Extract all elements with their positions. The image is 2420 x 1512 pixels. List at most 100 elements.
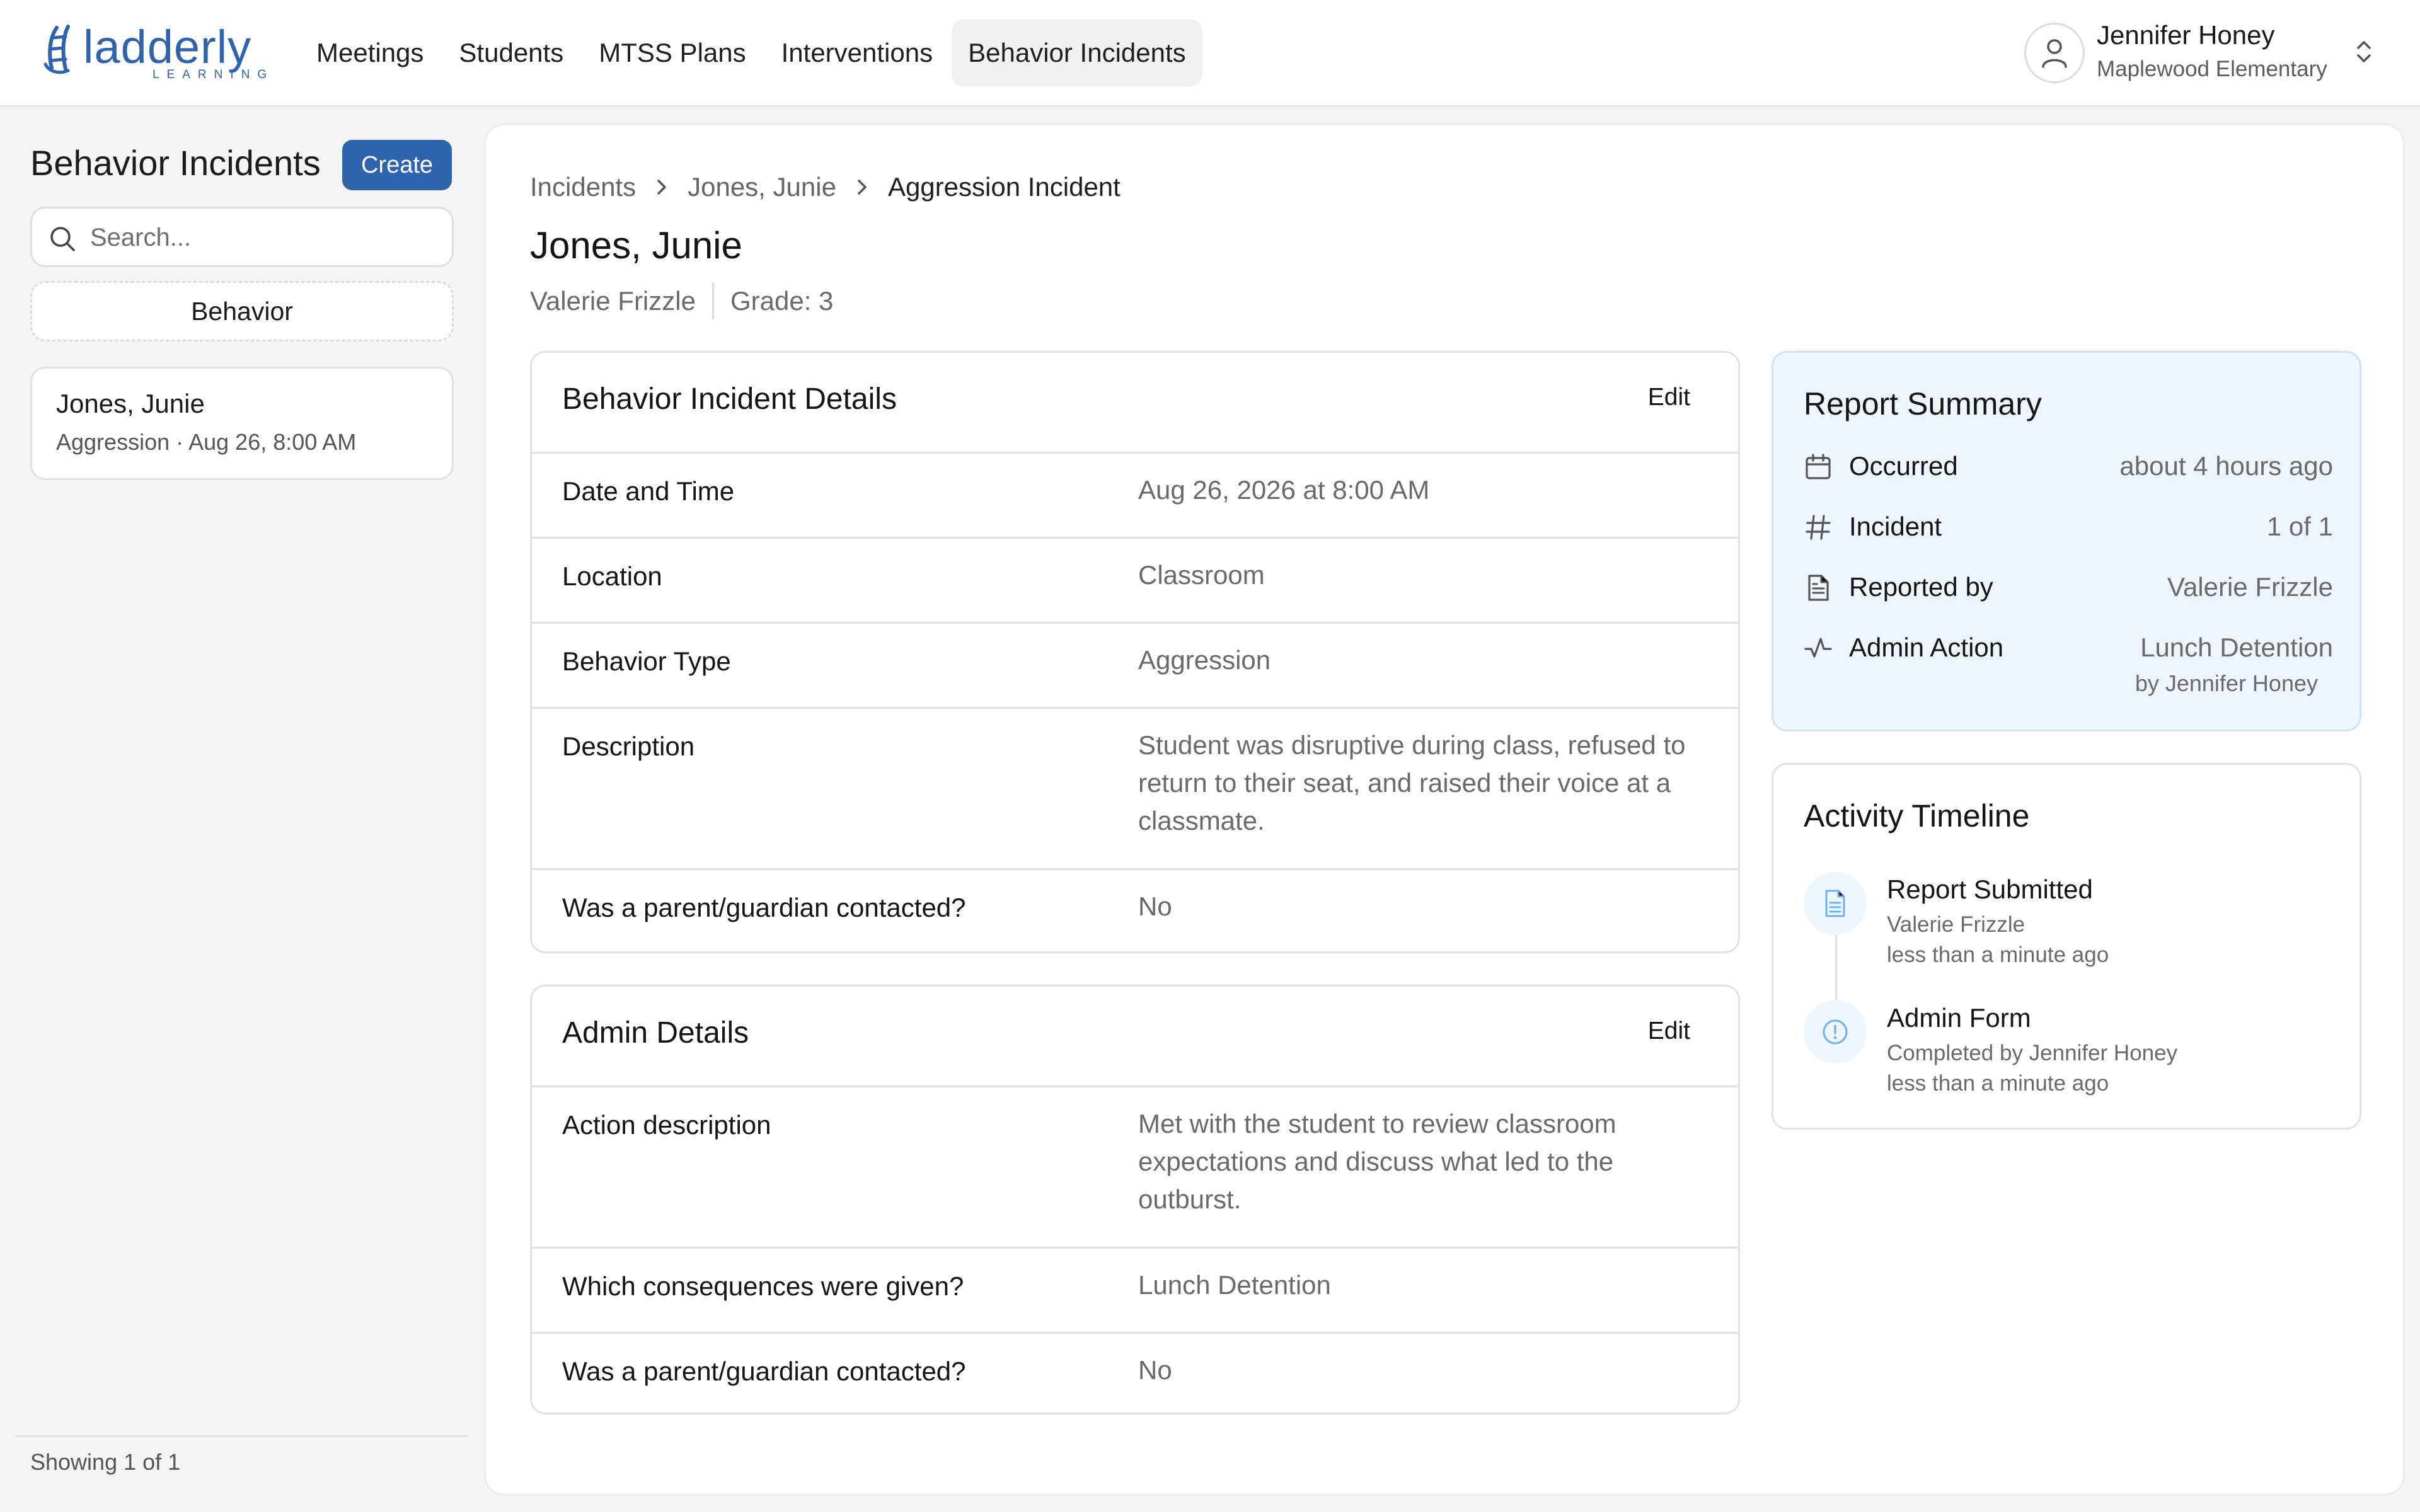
calendar-icon [1806, 454, 1831, 479]
page-title: Jones, Junie [530, 224, 742, 266]
nav-behavior-incidents[interactable]: Behavior Incidents [952, 19, 1202, 87]
edit-incident-button[interactable]: Edit [1644, 383, 1694, 412]
summary-row-reported-by: Reported by Valerie Frizzle [1804, 568, 2333, 612]
timeline-time: less than a minute ago [1887, 1071, 2109, 1096]
activity-timeline-card: Activity Timeline Report Submitted Valer… [1772, 763, 2361, 1130]
incident-details-card: Behavior Incident Details Edit Date and … [530, 351, 1740, 953]
timeline-dot [1804, 1000, 1867, 1063]
row-label: Location [562, 561, 662, 591]
user-menu[interactable]: Jennifer Honey Maplewood Elementary [2024, 20, 2390, 84]
logo-subtitle: LEARNING [153, 68, 275, 81]
detail-row: Action description Met with the student … [532, 1087, 1738, 1249]
summary-value: 1 of 1 [2266, 512, 2333, 541]
summary-label: Admin Action [1849, 633, 2004, 662]
row-label: Was a parent/guardian contacted? [562, 1356, 966, 1386]
nav-mtss-plans[interactable]: MTSS Plans [582, 19, 762, 87]
student-subline: Valerie Frizzle Grade: 3 [530, 283, 833, 319]
detail-row: Behavior Type Aggression [532, 624, 1738, 709]
avatar [2024, 23, 2085, 83]
results-count: Showing 1 of 1 [30, 1449, 181, 1475]
breadcrumb-student[interactable]: Jones, Junie [688, 172, 836, 202]
row-value: No [1138, 891, 1172, 921]
row-value: Met with the student to review classroom… [1138, 1109, 1616, 1214]
summary-label: Occurred [1849, 451, 1958, 481]
row-label: Description [562, 731, 695, 761]
timeline-title: Admin Form [1887, 1003, 2031, 1033]
row-value: No [1138, 1355, 1172, 1385]
search-input[interactable] [89, 217, 442, 258]
incident-student-name: Jones, Junie [56, 389, 205, 418]
sidebar: Behavior Incidents Create Behavior Jones… [0, 107, 485, 1512]
summary-value: Valerie Frizzle [2167, 572, 2333, 602]
nav-students[interactable]: Students [442, 19, 580, 87]
document-icon [1825, 890, 1845, 917]
card-header: Behavior Incident Details Edit [532, 353, 1738, 454]
search-box [30, 207, 454, 267]
incident-meta: Aggression · Aug 26, 8:00 AM [56, 429, 357, 455]
summary-subvalue: by Jennifer Honey [2135, 670, 2318, 696]
row-label: Was a parent/guardian contacted? [562, 893, 966, 922]
summary-row-admin-action: Admin Action Lunch Detention by Jennifer… [1804, 629, 2333, 704]
summary-label: Incident [1849, 512, 1942, 541]
activity-icon [1804, 638, 1832, 658]
row-label: Date and Time [562, 476, 735, 506]
row-label: Behavior Type [562, 646, 731, 676]
user-icon [2042, 39, 2067, 68]
row-label: Which consequences were given? [562, 1271, 964, 1301]
timeline-title: Report Submitted [1887, 874, 2093, 904]
timeline-dot [1804, 872, 1867, 935]
admin-details-card: Admin Details Edit Action description Me… [530, 985, 1740, 1414]
detail-row: Location Classroom [532, 539, 1738, 624]
row-value: Student was disruptive during class, ref… [1138, 730, 1686, 835]
timeline-author: Completed by Jennifer Honey [1887, 1041, 2178, 1065]
row-value: Aggression [1138, 645, 1271, 675]
alert-circle-icon [1823, 1019, 1848, 1045]
nav-interventions[interactable]: Interventions [765, 19, 949, 87]
ladder-logo-icon [43, 25, 70, 74]
user-school: Maplewood Elementary [2097, 57, 2327, 81]
row-value: Classroom [1138, 560, 1265, 590]
card-title: Admin Details [562, 1016, 749, 1050]
summary-value: Lunch Detention [2140, 633, 2333, 662]
detail-row: Was a parent/guardian contacted? No [532, 1334, 1738, 1412]
top-bar: ladderly LEARNING Meetings Students MTSS… [0, 0, 2420, 107]
summary-label: Reported by [1849, 572, 1993, 602]
divider [712, 283, 714, 319]
chevron-up-down-icon [2357, 41, 2371, 62]
user-name: Jennifer Honey [2097, 20, 2275, 50]
incident-list-item[interactable]: Jones, Junie Aggression · Aug 26, 8:00 A… [30, 367, 454, 480]
report-summary-card: Report Summary Occurred about 4 hours ag… [1772, 351, 2361, 731]
row-value: Lunch Detention [1138, 1270, 1331, 1300]
create-button[interactable]: Create [342, 140, 452, 190]
document-icon [1808, 575, 1829, 601]
search-icon [50, 227, 75, 251]
chevron-right-icon [855, 177, 869, 197]
sidebar-divider [15, 1435, 469, 1437]
nav-meetings[interactable]: Meetings [300, 19, 440, 87]
detail-row: Description Student was disruptive durin… [532, 709, 1738, 870]
timeline-time: less than a minute ago [1887, 942, 2109, 967]
reporter-name: Valerie Frizzle [530, 286, 696, 316]
card-title: Behavior Incident Details [562, 382, 897, 416]
row-label: Action description [562, 1110, 771, 1140]
detail-row: Which consequences were given? Lunch Det… [532, 1249, 1738, 1334]
detail-row: Was a parent/guardian contacted? No [532, 870, 1738, 951]
summary-value: about 4 hours ago [2119, 451, 2333, 481]
behavior-filter[interactable]: Behavior [30, 281, 454, 341]
detail-row: Date and Time Aug 26, 2026 at 8:00 AM [532, 454, 1738, 539]
row-value: Aug 26, 2026 at 8:00 AM [1138, 475, 1430, 505]
incident-detail-panel: Incidents Jones, Junie Aggression Incide… [484, 123, 2405, 1496]
breadcrumb: Incidents Jones, Junie Aggression Incide… [530, 169, 1121, 205]
summary-row-incident: Incident 1 of 1 [1804, 508, 2333, 552]
chevron-right-icon [655, 177, 669, 197]
timeline-author: Valerie Frizzle [1887, 912, 2025, 937]
edit-admin-button[interactable]: Edit [1644, 1017, 1694, 1046]
ladderly-logo[interactable]: ladderly LEARNING [43, 21, 267, 86]
activity-title: Activity Timeline [1804, 798, 2030, 833]
sidebar-title: Behavior Incidents [30, 143, 321, 183]
breadcrumb-current: Aggression Incident [887, 172, 1121, 202]
card-header: Admin Details Edit [532, 987, 1738, 1087]
summary-title: Report Summary [1804, 386, 2042, 421]
grade-label: Grade: 3 [730, 286, 834, 316]
breadcrumb-incidents[interactable]: Incidents [530, 172, 636, 202]
